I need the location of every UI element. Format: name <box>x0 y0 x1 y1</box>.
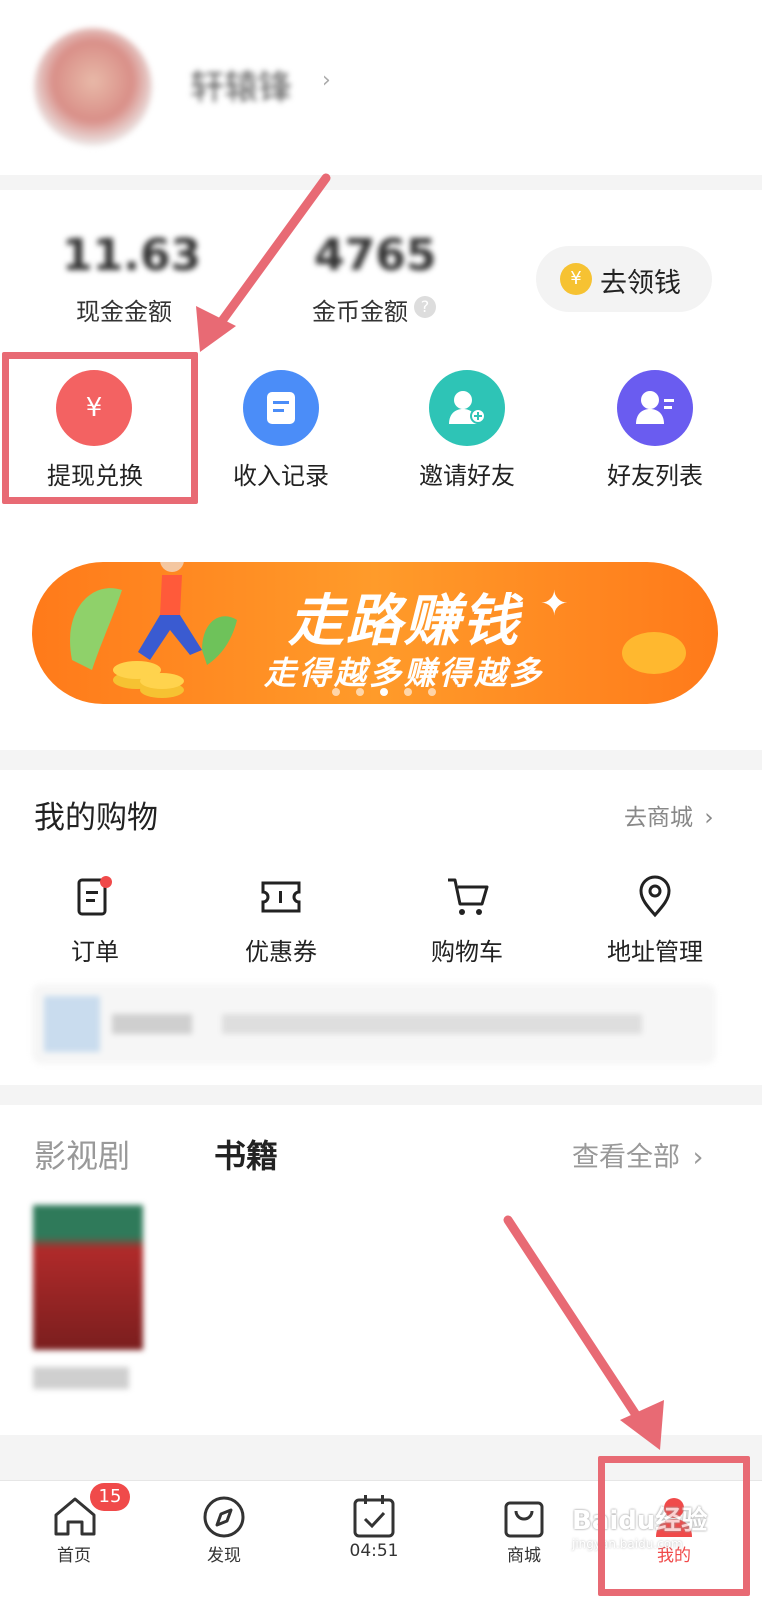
arrow-to-withdraw <box>196 173 331 352</box>
arrow-to-mine <box>503 1215 664 1450</box>
annotation-arrows <box>196 173 664 1450</box>
